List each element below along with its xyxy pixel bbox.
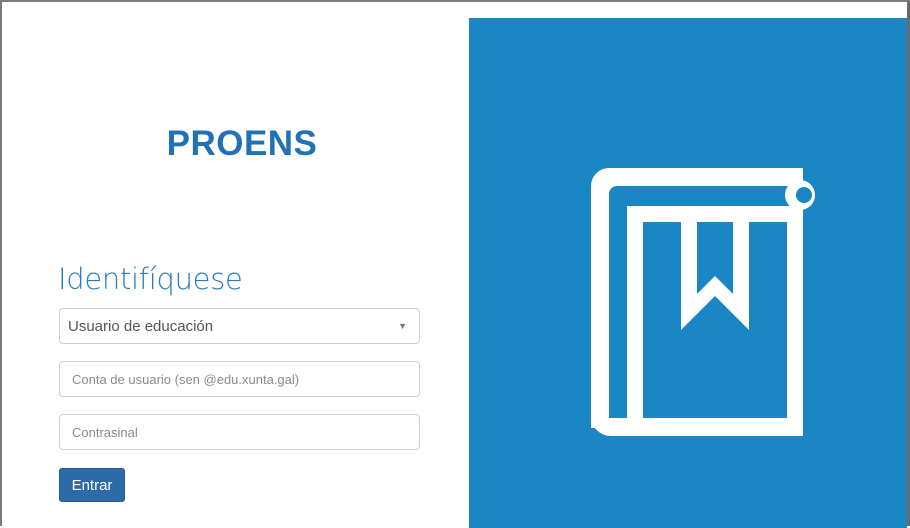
chevron-down-icon: ▼ — [398, 321, 407, 331]
login-window: PROENS Identifíquese Usuario de educació… — [0, 0, 910, 528]
brand-panel — [469, 18, 907, 528]
app-title: PROENS — [166, 124, 318, 163]
login-heading: Identifíquese — [58, 262, 243, 296]
username-input[interactable] — [60, 362, 419, 396]
login-button[interactable]: Entrar — [59, 468, 125, 502]
user-type-selected-value: Usuario de educación — [68, 318, 214, 335]
password-field-container — [59, 414, 420, 450]
user-type-select[interactable]: Usuario de educación ▼ — [59, 308, 420, 344]
username-field-container — [59, 361, 420, 397]
login-panel: PROENS Identifíquese Usuario de educació… — [2, 18, 469, 526]
top-strip — [2, 2, 907, 18]
password-input[interactable] — [60, 415, 419, 449]
book-bookmark-icon — [591, 168, 815, 437]
